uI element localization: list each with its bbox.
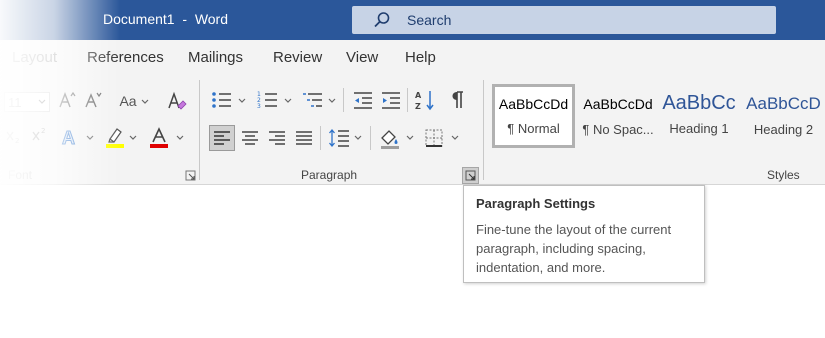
chevron-down-icon[interactable] [406,135,414,141]
bullets-icon[interactable] [211,90,233,110]
svg-text:A: A [62,128,75,148]
separator [343,88,344,112]
clear-formatting-icon[interactable] [166,90,188,112]
tab-help[interactable]: Help [405,49,436,66]
line-spacing-icon[interactable] [328,128,350,148]
document-title: Document1 - Word [103,11,229,27]
separator [370,126,371,150]
show-hide-marks-icon[interactable] [448,90,466,110]
align-center-icon[interactable] [241,130,259,146]
chevron-down-icon[interactable] [141,99,149,105]
justify-icon[interactable] [295,130,313,146]
style-sample: AaBbCcDd [498,96,569,112]
style-name: ¶ No Spac... [582,122,654,137]
svg-text:2: 2 [15,137,19,144]
tooltip-body: Fine-tune the layout of the current para… [476,222,672,275]
tooltip: Paragraph Settings Fine-tune the layout … [463,185,705,283]
style-name: ¶ Normal [507,121,560,136]
svg-text:A: A [415,91,422,100]
chevron-down-icon[interactable] [176,135,184,141]
chevron-down-icon[interactable] [38,99,46,105]
align-left-button[interactable] [209,125,235,151]
style-name: Heading 1 [669,121,729,136]
superscript-icon[interactable]: 2 [32,126,48,142]
change-case-button[interactable]: Aa [116,91,140,111]
chevron-down-icon[interactable] [354,135,362,141]
tab-review[interactable]: Review [273,49,322,66]
borders-icon[interactable] [424,128,444,148]
svg-text:3: 3 [257,103,261,110]
chevron-down-icon[interactable] [328,98,336,104]
font-dialog-launcher-icon[interactable] [185,170,196,181]
chevron-down-icon[interactable] [129,135,137,141]
shading-icon[interactable] [378,126,402,150]
numbering-icon[interactable]: 123 [257,90,279,110]
font-size-value: 11 [8,94,22,110]
change-case-label: Aa [119,93,137,109]
paragraph-dialog-launcher[interactable] [462,167,479,184]
chevron-down-icon[interactable] [86,135,94,141]
grow-font-icon[interactable] [58,90,76,110]
separator [320,126,321,150]
chevron-down-icon[interactable] [284,98,292,104]
styles-group-label: Styles [767,168,800,182]
shrink-font-icon[interactable] [84,90,102,110]
multilevel-list-icon[interactable] [302,90,324,110]
decrease-indent-icon[interactable] [352,90,374,110]
style-normal[interactable]: AaBbCcDd ¶ Normal [492,84,575,148]
highlight-icon[interactable] [104,126,126,148]
search-label: Search [407,12,452,28]
dialog-launcher-icon [465,170,476,181]
group-separator [199,80,200,180]
separator [407,88,408,112]
chevron-down-icon[interactable] [451,135,459,141]
tab-layout[interactable]: Layout [12,49,57,66]
align-right-icon[interactable] [268,130,286,146]
paragraph-group-label: Paragraph [301,168,358,182]
tab-references[interactable]: References [87,49,164,66]
sort-icon[interactable]: AZ [414,89,436,111]
style-sample: AaBbCcDd [583,96,653,112]
font-color-icon[interactable] [148,126,170,148]
style-no-spacing[interactable]: AaBbCcDd ¶ No Spac... [578,84,658,148]
style-heading-1[interactable]: AaBbCc Heading 1 [661,84,737,148]
increase-indent-icon[interactable] [380,90,402,110]
subscript-icon[interactable]: 2 [6,128,20,144]
text-effects-icon[interactable]: A [60,126,82,149]
tab-mailings[interactable]: Mailings [188,49,243,66]
group-separator [483,80,484,180]
tooltip-title: Paragraph Settings [476,196,596,211]
search-icon [374,12,390,28]
svg-text:Z: Z [415,102,421,111]
chevron-down-icon[interactable] [238,98,246,104]
style-sample: AaBbCc [662,92,736,114]
style-name: Heading 2 [753,122,814,137]
align-left-icon [214,131,230,145]
tab-view[interactable]: View [346,49,378,66]
font-group-label: Font [8,168,33,182]
style-sample: AaBbCcD [746,94,821,113]
style-heading-2[interactable]: AaBbCcD Heading 2 [742,84,825,148]
svg-text:2: 2 [41,127,45,135]
